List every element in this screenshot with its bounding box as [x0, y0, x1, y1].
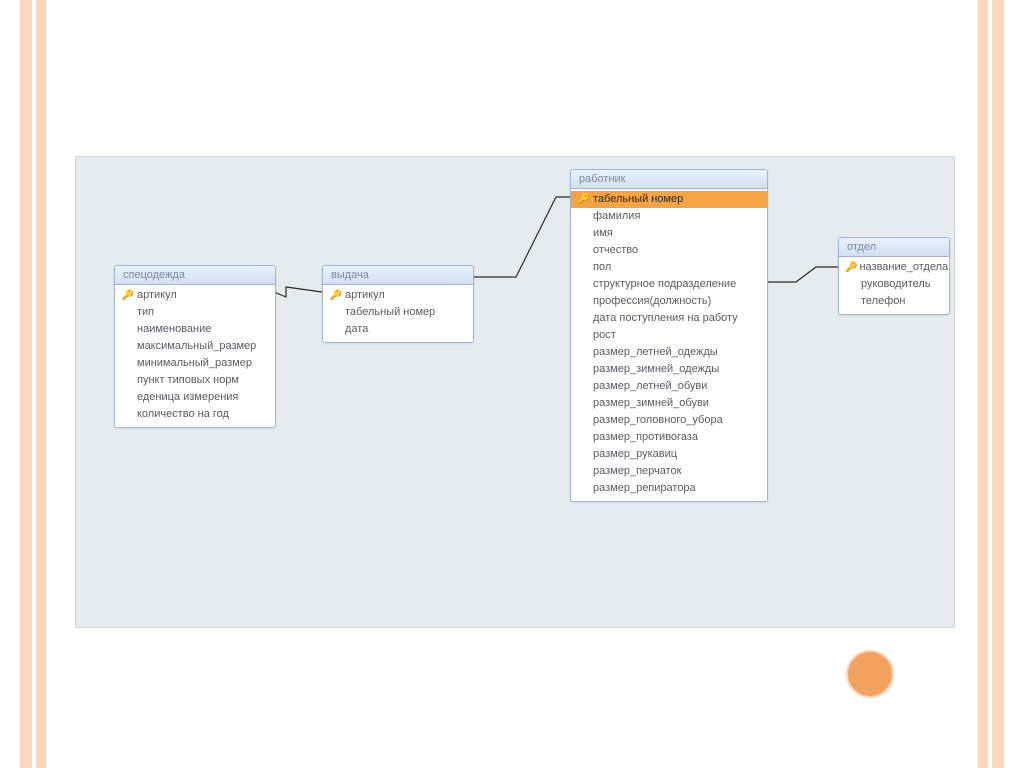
field-row[interactable]: размер_летней_одежды: [571, 344, 767, 361]
field-name: наименование: [135, 322, 211, 337]
field-name: размер_летней_обуви: [591, 379, 707, 394]
field-row[interactable]: размер_головного_убора: [571, 412, 767, 429]
field-name: максимальный_размер: [135, 339, 256, 354]
decor-bar-left-2: [36, 0, 46, 768]
field-row[interactable]: размер_репиратора: [571, 480, 767, 497]
field-name: размер_рукавиц: [591, 447, 677, 462]
primary-key-icon: 🔑: [845, 260, 857, 275]
primary-key-icon: 🔑: [329, 288, 343, 303]
field-name: название_отдела: [857, 260, 948, 275]
field-row[interactable]: пункт типовых норм: [115, 372, 275, 389]
table-specodezhda[interactable]: спецодежда 🔑артикултипнаименованиемаксим…: [114, 265, 276, 428]
slide: спецодежда 🔑артикултипнаименованиемаксим…: [0, 0, 1024, 768]
field-name: еденица измерения: [135, 390, 238, 405]
field-name: артикул: [343, 288, 385, 303]
field-name: телефон: [859, 294, 905, 309]
table-fields: 🔑артикултабельный номердата: [323, 285, 473, 342]
field-row[interactable]: еденица измерения: [115, 389, 275, 406]
field-row[interactable]: телефон: [839, 293, 949, 310]
diagram-canvas: спецодежда 🔑артикултипнаименованиемаксим…: [75, 156, 955, 628]
table-title: отдел: [839, 238, 949, 257]
field-name: профессия(должность): [591, 294, 711, 309]
field-row[interactable]: 🔑артикул: [115, 287, 275, 304]
field-row[interactable]: наименование: [115, 321, 275, 338]
field-name: рост: [591, 328, 616, 343]
table-vydacha[interactable]: выдача 🔑артикултабельный номердата: [322, 265, 474, 343]
field-row[interactable]: 🔑табельный номер: [571, 191, 767, 208]
field-row[interactable]: отчество: [571, 242, 767, 259]
field-name: размер_головного_убора: [591, 413, 723, 428]
field-name: размер_противогаза: [591, 430, 698, 445]
field-row[interactable]: табельный номер: [323, 304, 473, 321]
table-rabotnik[interactable]: работник 🔑табельный номерфамилияимяотчес…: [570, 169, 768, 502]
field-row[interactable]: размер_противогаза: [571, 429, 767, 446]
field-name: дата поступления на работу: [591, 311, 738, 326]
field-row[interactable]: размер_летней_обуви: [571, 378, 767, 395]
field-row[interactable]: тип: [115, 304, 275, 321]
field-name: отчество: [591, 243, 638, 258]
field-name: табельный номер: [343, 305, 435, 320]
primary-key-icon: 🔑: [121, 288, 135, 303]
field-row[interactable]: рост: [571, 327, 767, 344]
table-fields: 🔑табельный номерфамилияимяотчествополстр…: [571, 189, 767, 501]
field-row[interactable]: дата: [323, 321, 473, 338]
field-name: пункт типовых норм: [135, 373, 239, 388]
field-name: дата: [343, 322, 368, 337]
field-row[interactable]: структурное подразделение: [571, 276, 767, 293]
field-name: фамилия: [591, 209, 640, 224]
field-row[interactable]: 🔑название_отдела: [839, 259, 949, 276]
field-row[interactable]: пол: [571, 259, 767, 276]
field-name: структурное подразделение: [591, 277, 736, 292]
field-name: размер_перчаток: [591, 464, 681, 479]
field-row[interactable]: размер_зимней_обуви: [571, 395, 767, 412]
table-title: работник: [571, 170, 767, 189]
field-row[interactable]: размер_рукавиц: [571, 446, 767, 463]
field-row[interactable]: дата поступления на работу: [571, 310, 767, 327]
table-otdel[interactable]: отдел 🔑название_отделаруководительтелефо…: [838, 237, 950, 315]
field-name: руководитель: [859, 277, 931, 292]
table-fields: 🔑название_отделаруководительтелефон: [839, 257, 949, 314]
field-name: артикул: [135, 288, 177, 303]
field-row[interactable]: руководитель: [839, 276, 949, 293]
field-name: тип: [135, 305, 154, 320]
decor-bar-right-1: [992, 0, 1004, 768]
field-name: размер_зимней_обуви: [591, 396, 709, 411]
table-fields: 🔑артикултипнаименованиемаксимальный_разм…: [115, 285, 275, 427]
field-name: размер_зимней_одежды: [591, 362, 719, 377]
field-row[interactable]: размер_перчаток: [571, 463, 767, 480]
field-name: размер_репиратора: [591, 481, 696, 496]
table-title: спецодежда: [115, 266, 275, 285]
decor-bar-right-2: [978, 0, 988, 768]
field-row[interactable]: размер_зимней_одежды: [571, 361, 767, 378]
decor-circle-icon: [846, 650, 894, 698]
field-row[interactable]: имя: [571, 225, 767, 242]
table-title: выдача: [323, 266, 473, 285]
field-row[interactable]: фамилия: [571, 208, 767, 225]
field-row[interactable]: минимальный_размер: [115, 355, 275, 372]
field-row[interactable]: количество на год: [115, 406, 275, 423]
field-row[interactable]: профессия(должность): [571, 293, 767, 310]
field-row[interactable]: 🔑артикул: [323, 287, 473, 304]
field-name: минимальный_размер: [135, 356, 252, 371]
field-name: табельный номер: [591, 192, 683, 207]
field-name: размер_летней_одежды: [591, 345, 718, 360]
field-name: пол: [591, 260, 611, 275]
field-name: имя: [591, 226, 613, 241]
field-row[interactable]: максимальный_размер: [115, 338, 275, 355]
primary-key-icon: 🔑: [577, 192, 591, 207]
decor-bar-left-1: [20, 0, 32, 768]
field-name: количество на год: [135, 407, 229, 422]
